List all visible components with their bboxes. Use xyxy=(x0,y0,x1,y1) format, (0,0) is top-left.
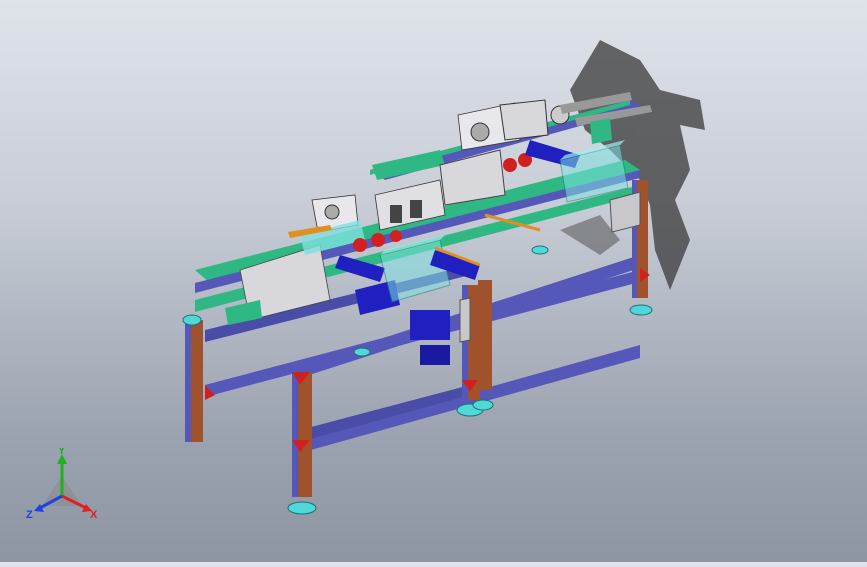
machine-model-render[interactable] xyxy=(0,0,867,562)
glass-guard-left xyxy=(379,235,451,303)
coordinate-triad: Y X Z xyxy=(22,445,112,528)
cad-3d-viewport[interactable]: Y X Z xyxy=(0,0,867,562)
x-axis-label: X xyxy=(90,509,98,521)
z-axis-label: Z xyxy=(26,509,33,521)
y-axis-label: Y xyxy=(58,448,66,457)
